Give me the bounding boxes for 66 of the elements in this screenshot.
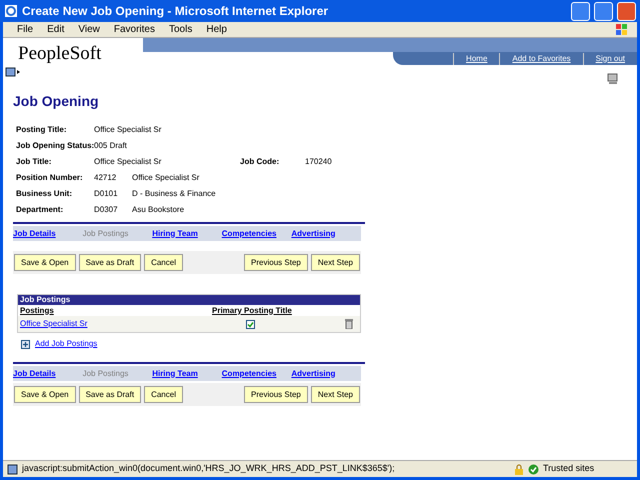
column-header: Primary Posting Title: [212, 304, 292, 316]
field-label: Job Opening Status:: [16, 140, 94, 152]
menu-item[interactable]: Edit: [47, 22, 64, 37]
windows-flag-icon: [615, 23, 629, 36]
field-label: Department:: [16, 204, 64, 216]
field-value: Office Specialist Sr: [132, 172, 200, 184]
field-value: D - Business & Finance: [132, 188, 216, 200]
add-link[interactable]: Add Job Postings: [35, 338, 98, 350]
action-button[interactable]: Cancel: [144, 254, 183, 271]
action-button[interactable]: Cancel: [144, 386, 183, 403]
logo: PeopleSoft: [18, 43, 102, 64]
field-value: Office Specialist Sr: [94, 156, 162, 168]
tab[interactable]: Job Details: [13, 368, 83, 380]
field-value: D0307: [94, 204, 119, 216]
tab[interactable]: Hiring Team: [152, 368, 222, 380]
field-label: Job Title:: [16, 156, 52, 168]
header-link[interactable]: Add to Favorites: [499, 52, 583, 64]
field-label: Position Number:: [16, 172, 84, 184]
action-button[interactable]: Previous Step: [244, 254, 308, 271]
action-button[interactable]: Previous Step: [244, 386, 308, 403]
zone-text: Trusted sites: [543, 462, 596, 476]
tab[interactable]: Hiring Team: [152, 228, 222, 240]
menu-item[interactable]: Help: [206, 22, 227, 37]
close-button[interactable]: [617, 2, 636, 20]
tab[interactable]: Competencies: [222, 228, 292, 240]
tab[interactable]: Advertising: [291, 368, 361, 380]
action-button[interactable]: Save as Draft: [78, 386, 142, 403]
column-header: Postings: [20, 304, 55, 316]
field-label: Business Unit:: [16, 188, 74, 200]
field-label: Posting Title:: [16, 124, 68, 136]
header-link[interactable]: Sign out: [582, 52, 637, 64]
field-value: Office Specialist Sr: [94, 124, 162, 136]
menu-item[interactable]: Tools: [168, 22, 192, 37]
action-button[interactable]: Save as Draft: [78, 254, 142, 271]
field-label: Job Code:: [240, 156, 280, 168]
plus-icon[interactable]: [21, 340, 30, 348]
tab[interactable]: Advertising: [291, 228, 361, 240]
tab[interactable]: Competencies: [222, 368, 292, 380]
lock-icon: [514, 464, 524, 474]
action-button[interactable]: Next Step: [310, 254, 360, 271]
navigation-icon[interactable]: [5, 67, 21, 77]
page-icon: [7, 464, 18, 474]
action-button[interactable]: Save & Open: [14, 386, 76, 403]
menu-item[interactable]: View: [78, 22, 100, 37]
browser-icon: [4, 4, 18, 18]
minimize-button[interactable]: [571, 2, 590, 20]
field-value: 42712: [94, 172, 118, 184]
primary-checkbox[interactable]: [246, 320, 255, 328]
window-title: Create New Job Opening - Microsoft Internet Explorer: [22, 3, 330, 20]
status-text: javascript:submitAction_win0(document.win0,'HRS_JO_WRK_HRS_ADD_PST_LINK$365$');: [22, 462, 396, 476]
action-button[interactable]: Next Step: [310, 386, 360, 403]
field-value: Asu Bookstore: [132, 204, 184, 216]
field-value: D0101: [94, 188, 119, 200]
menu-item[interactable]: File: [17, 22, 34, 37]
action-button[interactable]: Save & Open: [14, 254, 76, 271]
posting-link[interactable]: Office Specialist Sr: [20, 318, 246, 330]
menu-item[interactable]: Favorites: [114, 22, 155, 37]
tab[interactable]: Job Details: [13, 228, 83, 240]
check-icon: [528, 464, 539, 474]
field-value: 170240: [305, 156, 332, 168]
field-value: 005 Draft: [94, 140, 127, 152]
grid-title: Job Postings: [18, 295, 360, 305]
page-title: Job Opening: [13, 92, 100, 111]
trash-icon[interactable]: [345, 319, 353, 329]
maximize-button[interactable]: [594, 2, 613, 20]
header-link[interactable]: Home: [453, 52, 500, 64]
